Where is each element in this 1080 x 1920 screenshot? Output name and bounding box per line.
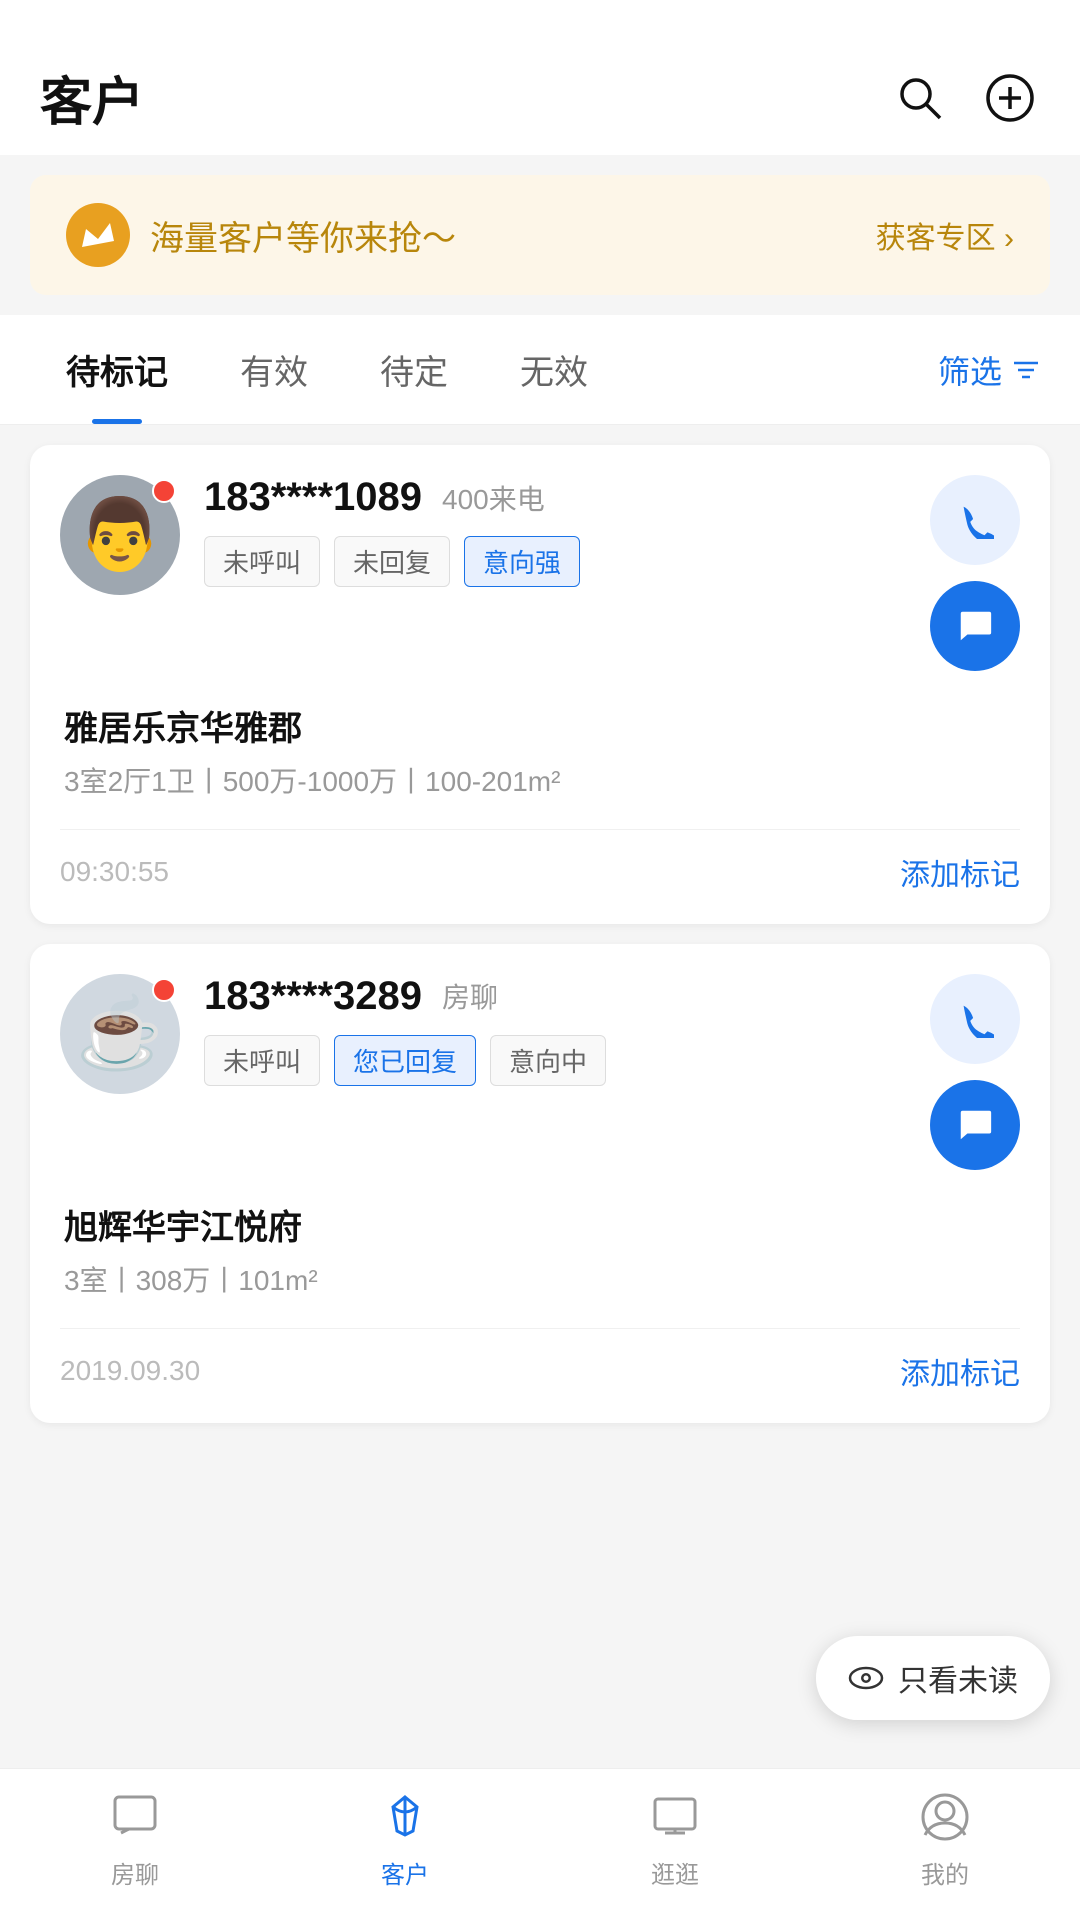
unread-filter-button[interactable]: 只看未读: [816, 1636, 1050, 1720]
customer-icon: [377, 1789, 433, 1845]
crown-icon: [66, 203, 130, 267]
tag-2-1: 您已回复: [334, 1035, 476, 1086]
property-name-2: 旭辉华宇江悦府: [64, 1200, 1020, 1249]
card-actions-1: [930, 475, 1020, 671]
header-actions: [890, 68, 1040, 128]
unread-dot-2: [152, 978, 176, 1002]
avatar-wrap-1: [60, 475, 180, 595]
tag-1-0: 未呼叫: [204, 536, 320, 587]
contact-time-1: 09:30:55: [60, 856, 169, 888]
unread-dot-1: [152, 479, 176, 503]
customer-source-2: 房聊: [442, 976, 498, 1016]
card-actions-2: [930, 974, 1020, 1170]
nav-label-chat: 房聊: [111, 1855, 159, 1890]
tag-2-2: 意向中: [490, 1035, 606, 1086]
unread-filter-label: 只看未读: [898, 1656, 1018, 1700]
nav-label-profile: 我的: [921, 1855, 969, 1890]
message-button-1[interactable]: [930, 581, 1020, 671]
customer-list: 183****1089 400来电 未呼叫 未回复 意向强: [0, 425, 1080, 1443]
tab-pending-mark[interactable]: 待标记: [30, 315, 204, 424]
browse-icon: [647, 1789, 703, 1845]
page-title: 客户: [40, 60, 144, 135]
tag-2-0: 未呼叫: [204, 1035, 320, 1086]
customer-card-2[interactable]: 183****3289 房聊 未呼叫 您已回复 意向中: [30, 944, 1050, 1423]
tab-invalid[interactable]: 无效: [484, 315, 624, 424]
tags-row-2: 未呼叫 您已回复 意向中: [204, 1035, 906, 1086]
nav-label-customer: 客户: [381, 1855, 429, 1890]
tab-valid[interactable]: 有效: [204, 315, 344, 424]
contact-time-2: 2019.09.30: [60, 1355, 200, 1387]
add-mark-button-2[interactable]: 添加标记: [900, 1349, 1020, 1393]
nav-item-customer[interactable]: 客户: [270, 1789, 540, 1890]
property-info-1: 雅居乐京华雅郡 3室2厅1卫丨500万-1000万丨100-201m²: [60, 701, 1020, 805]
filter-button[interactable]: 筛选: [928, 327, 1050, 413]
bottom-navigation: 房聊 客户 逛逛 我的: [0, 1768, 1080, 1920]
card-footer-2: 2019.09.30 添加标记: [60, 1328, 1020, 1393]
property-name-1: 雅居乐京华雅郡: [64, 701, 1020, 750]
message-button-2[interactable]: [930, 1080, 1020, 1170]
tag-1-1: 未回复: [334, 536, 450, 587]
avatar-wrap-2: [60, 974, 180, 1094]
tag-1-2: 意向强: [464, 536, 580, 587]
add-button[interactable]: [980, 68, 1040, 128]
call-button-2[interactable]: [930, 974, 1020, 1064]
tabs: 待标记 有效 待定 无效: [30, 315, 928, 424]
call-button-1[interactable]: [930, 475, 1020, 565]
promotion-banner[interactable]: 海量客户等你来抢～ 获客专区 ›: [30, 175, 1050, 295]
customer-phone-1: 183****1089: [204, 475, 422, 520]
tags-row-1: 未呼叫 未回复 意向强: [204, 536, 906, 587]
profile-icon: [917, 1789, 973, 1845]
customer-card-1[interactable]: 183****1089 400来电 未呼叫 未回复 意向强: [30, 445, 1050, 924]
header: 客户: [0, 0, 1080, 155]
property-details-1: 3室2厅1卫丨500万-1000万丨100-201m²: [64, 760, 1020, 805]
nav-item-browse[interactable]: 逛逛: [540, 1789, 810, 1890]
card-footer-1: 09:30:55 添加标记: [60, 829, 1020, 894]
tab-bar: 待标记 有效 待定 无效 筛选: [0, 315, 1080, 425]
filter-label: 筛选: [938, 347, 1002, 393]
customer-phone-2: 183****3289: [204, 974, 422, 1019]
nav-label-browse: 逛逛: [651, 1855, 699, 1890]
add-mark-button-1[interactable]: 添加标记: [900, 850, 1020, 894]
search-button[interactable]: [890, 68, 950, 128]
customer-source-1: 400来电: [442, 478, 545, 518]
property-info-2: 旭辉华宇江悦府 3室丨308万丨101m²: [60, 1200, 1020, 1304]
banner-text: 海量客户等你来抢～: [150, 211, 456, 260]
nav-item-profile[interactable]: 我的: [810, 1789, 1080, 1890]
tab-pending[interactable]: 待定: [344, 315, 484, 424]
chat-icon: [107, 1789, 163, 1845]
property-details-2: 3室丨308万丨101m²: [64, 1259, 1020, 1304]
nav-item-chat[interactable]: 房聊: [0, 1789, 270, 1890]
banner-link[interactable]: 获客专区 ›: [876, 213, 1014, 257]
